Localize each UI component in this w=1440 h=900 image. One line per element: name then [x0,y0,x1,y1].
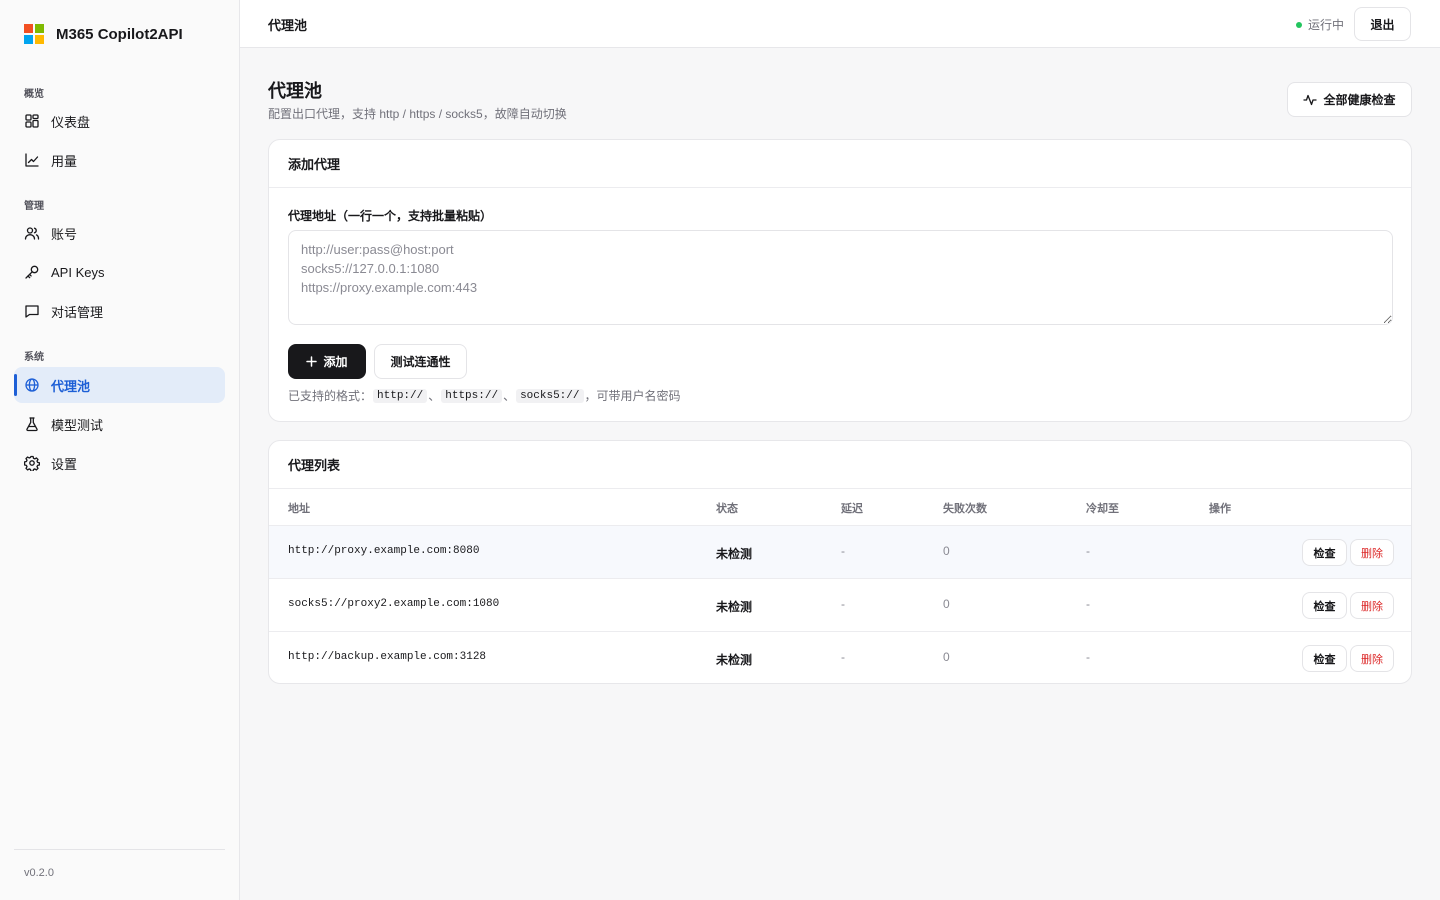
proxy-latency: - [841,650,845,664]
health-check-all-button[interactable]: 全部健康检查 [1287,82,1412,117]
sidebar-item-label: 账号 [51,226,78,242]
proxy-list-card: 代理列表 地址 状态 延迟 失败次数 冷却至 操作 http://proxy.e… [268,440,1412,684]
supported-formats-hint: 已支持的格式： http:// 、 https:// 、 socks5:// ，… [288,387,681,404]
test-connectivity-button[interactable]: 测试连通性 [374,344,467,379]
page-subtitle: 配置出口代理，支持 http / https / socks5，故障自动切换 [268,107,567,121]
sidebar-item-label: 仪表盘 [51,114,91,130]
add-proxy-card: 添加代理 代理地址（一行一个，支持批量粘贴） 添加 测试连通性 已支持的格式： … [268,139,1412,422]
sidebar-divider [14,849,225,850]
hint-suffix: ，可带用户名密码 [584,389,681,403]
column-header-latency: 延迟 [841,503,863,515]
proxy-address: http://proxy.example.com:8080 [288,545,480,557]
proxy-failures: 0 [943,544,950,558]
sidebar-item-label: 设置 [51,456,78,472]
table-row: http://proxy.example.com:8080 未检测 - 0 - … [269,526,1411,579]
sidebar-item-dashboard[interactable]: 仪表盘 [14,103,225,139]
nav-group-manage: 管理 [24,201,44,212]
health-check-label: 全部健康检查 [1323,93,1396,107]
app-name: M365 Copilot2API [56,25,183,43]
format-http: http:// [373,388,428,403]
delete-proxy-button[interactable]: 删除 [1350,645,1394,672]
proxy-cooldown: - [1086,650,1090,664]
dashboard-icon [25,114,39,128]
table-header: 地址 状态 延迟 失败次数 冷却至 操作 [269,489,1411,526]
gear-icon [24,455,40,471]
key-icon [25,265,39,279]
status-text: 运行中 [1307,18,1344,32]
sidebar-item-label: 模型测试 [51,417,104,433]
sidebar-item-proxy-pool[interactable]: 代理池 [14,367,225,403]
flask-icon [26,417,38,432]
proxy-status: 未检测 [716,547,753,561]
delete-proxy-button[interactable]: 删除 [1350,539,1394,566]
chart-line-icon [25,153,39,167]
status-dot-icon [1295,21,1302,28]
column-header-actions: 操作 [1209,503,1231,515]
message-icon [25,305,39,318]
check-proxy-button[interactable]: 检查 [1302,645,1347,672]
plus-icon [306,356,318,367]
proxy-failures: 0 [943,650,950,664]
check-proxy-button[interactable]: 检查 [1302,539,1347,566]
sidebar-item-api-keys[interactable]: API Keys [14,254,225,290]
sidebar-item-label: 代理池 [51,378,91,394]
table-row: socks5://proxy2.example.com:1080 未检测 - 0… [269,579,1411,632]
hint-prefix: 已支持的格式： [288,389,373,403]
proxy-address: socks5://proxy2.example.com:1080 [288,598,500,610]
sidebar-item-label: 用量 [51,153,78,169]
proxy-status: 未检测 [716,600,753,614]
page-title: 代理池 [268,81,322,101]
table-row: http://backup.example.com:3128 未检测 - 0 -… [269,632,1411,683]
logout-button[interactable]: 退出 [1354,7,1411,41]
format-https: https:// [441,388,503,403]
proxy-status: 未检测 [716,653,753,667]
sidebar-item-label: 对话管理 [51,304,104,320]
logo-square-red [24,24,33,33]
sidebar-item-label: API Keys [51,264,105,280]
sidebar-item-settings[interactable]: 设置 [14,445,225,481]
column-header-address: 地址 [288,503,310,515]
microsoft-logo-icon [24,24,44,44]
users-icon [24,227,40,240]
check-proxy-button[interactable]: 检查 [1302,592,1347,619]
sidebar-item-usage[interactable]: 用量 [14,142,225,178]
proxy-list-title: 代理列表 [269,441,1411,489]
proxy-address: http://backup.example.com:3128 [288,651,487,663]
proxy-address-input[interactable] [288,230,1393,325]
format-socks5: socks5:// [516,388,584,403]
sidebar-item-conversations[interactable]: 对话管理 [14,293,225,329]
logo-square-green [35,24,44,33]
proxy-cooldown: - [1086,597,1090,611]
sidebar-item-accounts[interactable]: 账号 [14,215,225,251]
proxy-address-label: 代理地址（一行一个，支持批量粘贴） [288,209,493,223]
sidebar: M365 Copilot2API 概览 仪表盘 用量 管理 账号 API Key… [0,0,240,900]
add-label: 添加 [323,355,348,369]
hint-separator: 、 [503,389,516,403]
proxy-failures: 0 [943,597,950,611]
add-proxy-title: 添加代理 [269,140,1411,188]
hint-separator: 、 [428,389,441,403]
topbar: 代理池 运行中 退出 [240,0,1440,48]
column-header-failures: 失败次数 [943,503,987,515]
app-version: v0.2.0 [24,867,54,879]
logo-square-blue [24,35,33,44]
column-header-status: 状态 [716,503,738,515]
column-header-cooldown: 冷却至 [1086,503,1119,515]
topbar-title: 代理池 [268,18,308,33]
activity-icon [1303,94,1318,105]
nav-group-overview: 概览 [24,89,44,100]
delete-proxy-button[interactable]: 删除 [1350,592,1394,619]
logo-square-yellow [35,35,44,44]
nav-group-system: 系统 [24,352,44,363]
globe-icon [25,378,39,392]
sidebar-item-model-test[interactable]: 模型测试 [14,406,225,442]
add-proxy-button[interactable]: 添加 [288,344,366,379]
status-indicator: 运行中 [1295,16,1344,33]
brand[interactable]: M365 Copilot2API [24,24,183,44]
proxy-latency: - [841,544,845,558]
proxy-latency: - [841,597,845,611]
proxy-cooldown: - [1086,544,1090,558]
